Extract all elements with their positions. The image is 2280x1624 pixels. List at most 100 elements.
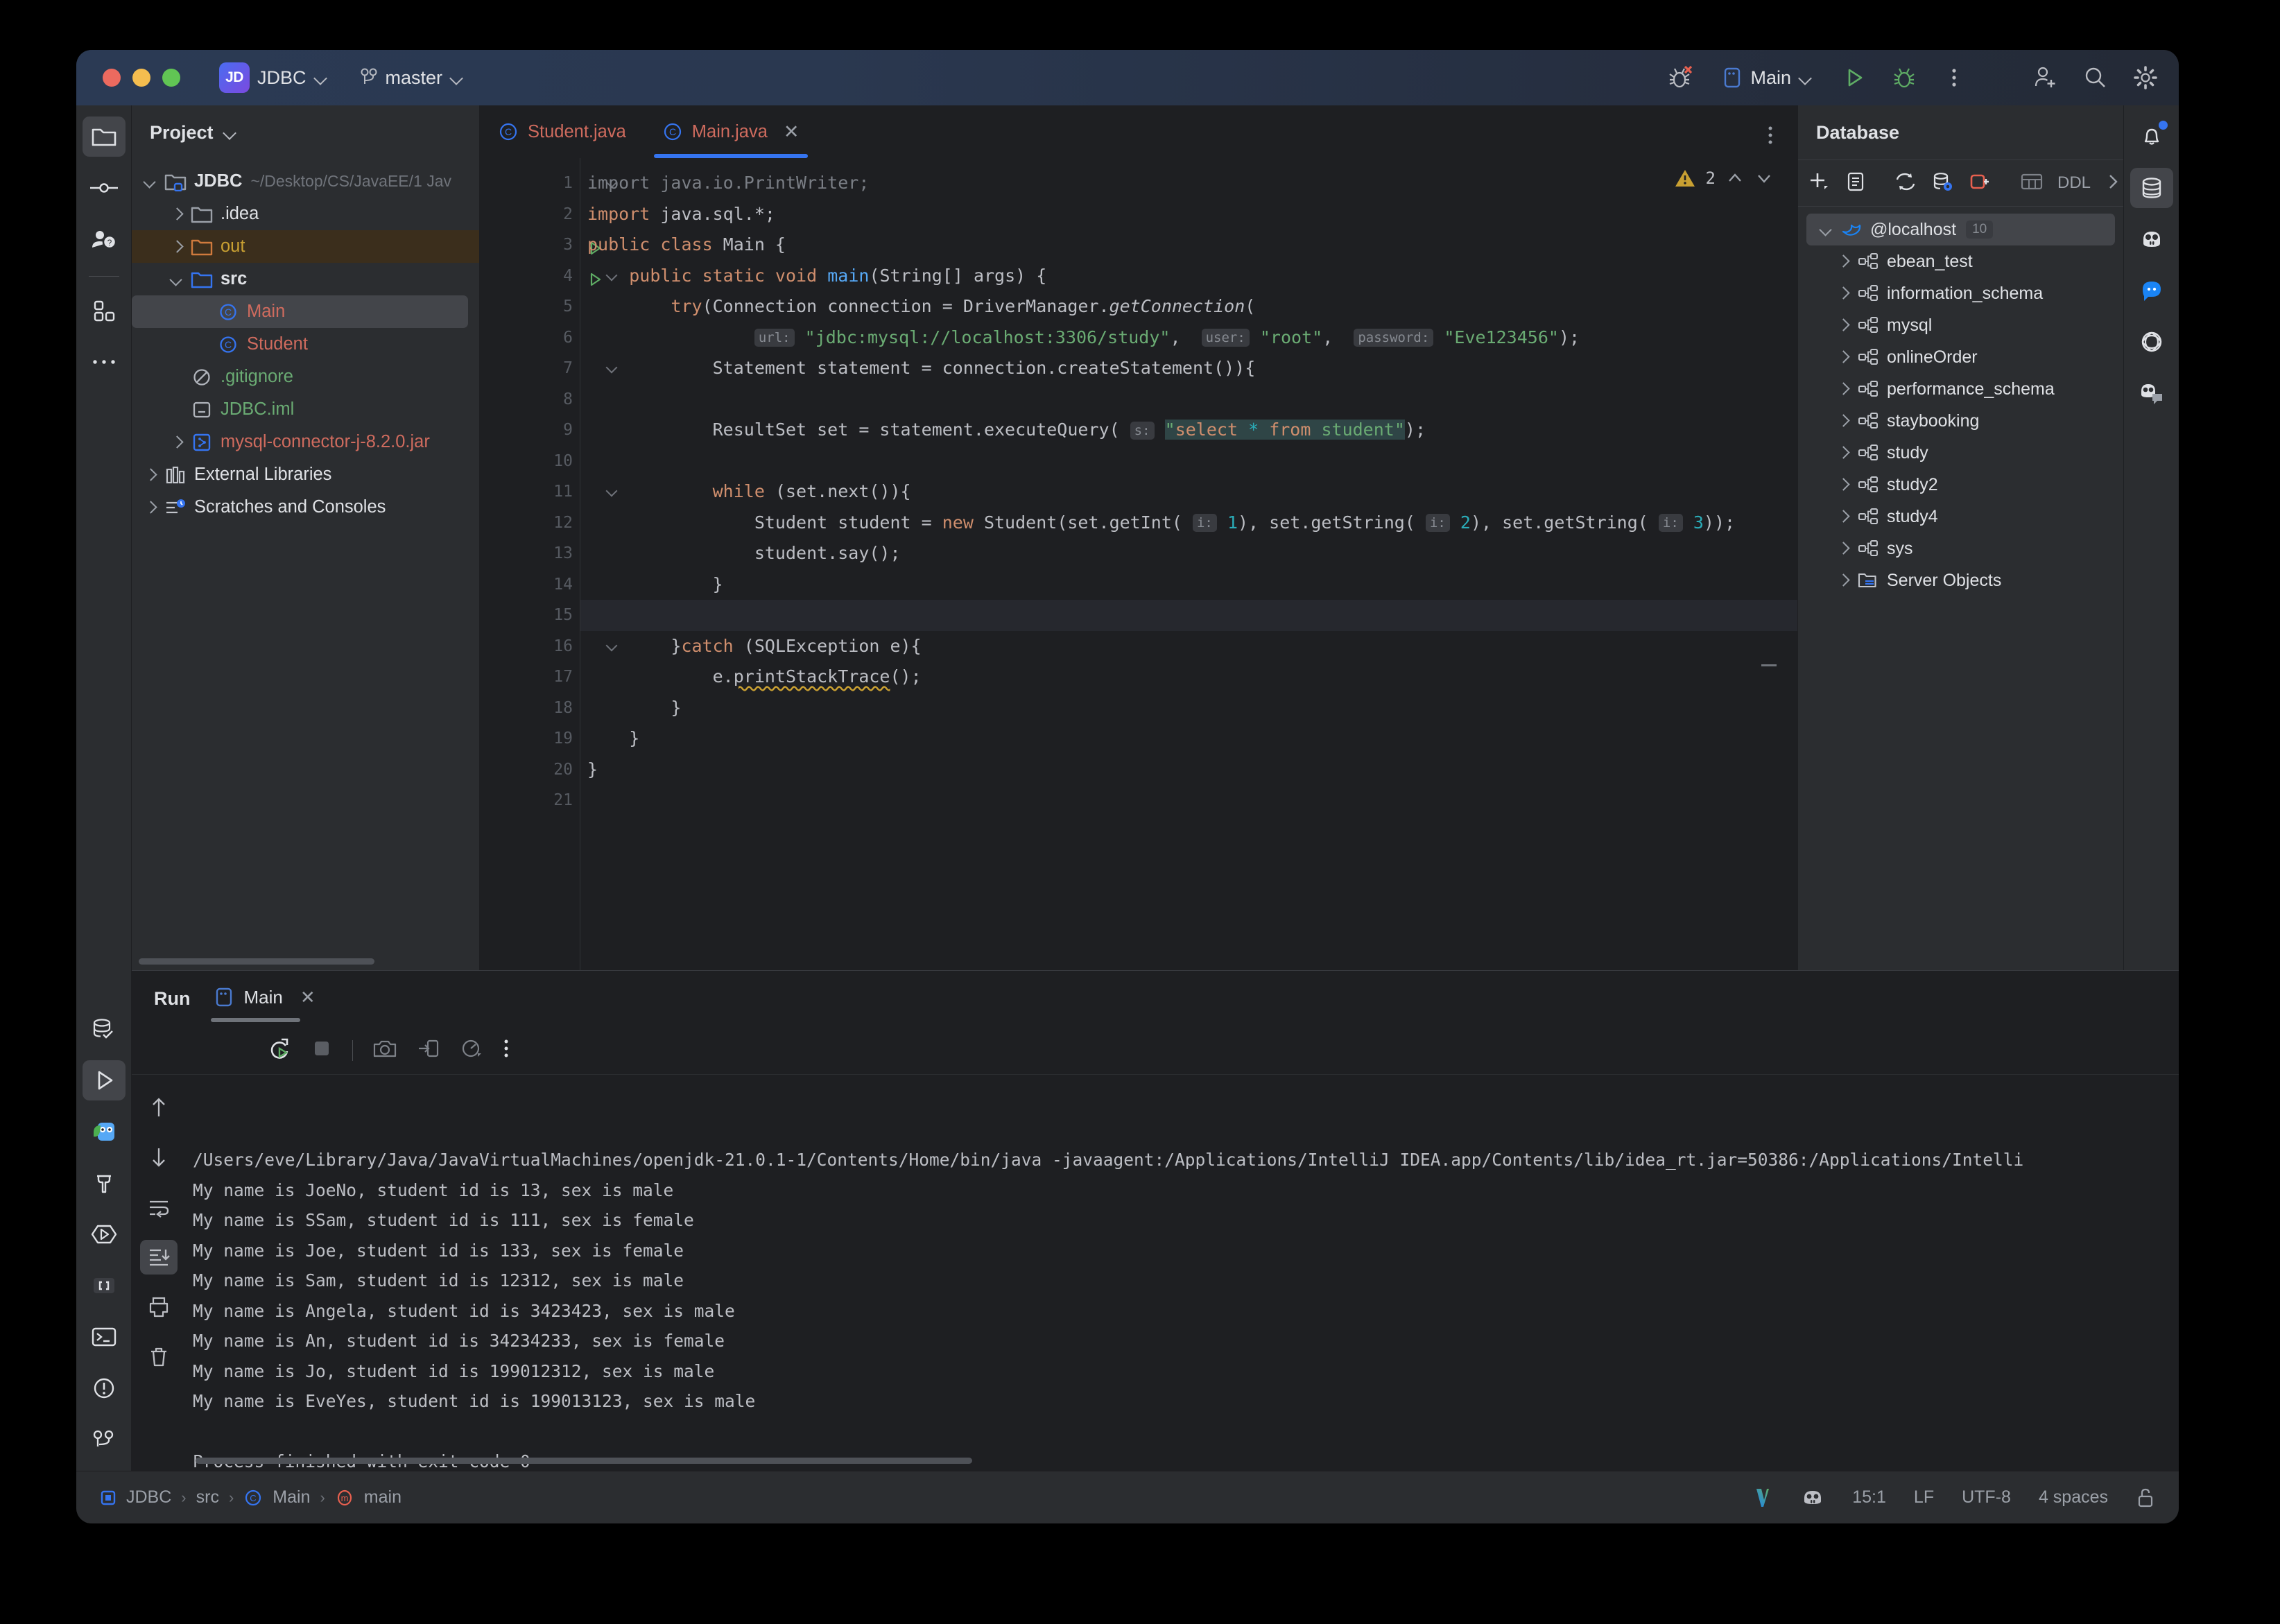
line-number[interactable]: 6: [480, 322, 580, 354]
services-icon[interactable]: [83, 1214, 126, 1254]
database-item-onlineorder[interactable]: onlineOrder: [1798, 341, 2123, 373]
project-panel-header[interactable]: Project: [132, 105, 479, 159]
code-line[interactable]: [580, 384, 1797, 415]
database-tree[interactable]: @localhost 10 ebean_test information_schema…: [1798, 207, 2123, 970]
project-tree[interactable]: JDBC ~/Desktop/CS/JavaEE/1 Jav .idea out src…: [132, 159, 479, 970]
stop-icon[interactable]: [311, 1037, 333, 1063]
line-number[interactable]: 19: [480, 723, 580, 754]
project-tree-item-external-libraries[interactable]: External Libraries: [132, 458, 479, 491]
line-number[interactable]: 10: [480, 446, 580, 477]
project-tree-item-jdbc[interactable]: JDBC ~/Desktop/CS/JavaEE/1 Jav: [132, 165, 479, 198]
database-root-localhost[interactable]: @localhost 10: [1806, 214, 2115, 245]
profiler-owl-icon[interactable]: [83, 1112, 126, 1152]
line-number[interactable]: 16: [480, 631, 580, 662]
chevron-down-icon[interactable]: [223, 126, 237, 139]
chevron-right-icon[interactable]: [139, 463, 162, 487]
code-line[interactable]: [580, 785, 1797, 816]
close-window-button[interactable]: [103, 69, 121, 87]
project-horizontal-scrollbar[interactable]: [139, 958, 374, 965]
code-line[interactable]: public class Main {: [580, 230, 1797, 261]
line-number[interactable]: 2: [480, 199, 580, 230]
database-item-study2[interactable]: study2: [1798, 469, 2123, 501]
ai-assistant-icon[interactable]: [2130, 219, 2173, 259]
code-editor[interactable]: 1 2 3 4 5 6 7 8 9 10 11 12 13 14 15 16 17 18 19 20 21 import…: [480, 158, 1797, 970]
database-item-information-schema[interactable]: information_schema: [1798, 277, 2123, 309]
commit-tool-icon[interactable]: [83, 168, 126, 208]
close-run-tab-icon[interactable]: ✕: [300, 987, 316, 1008]
clear-all-icon[interactable]: [140, 1340, 178, 1374]
run-tab-main[interactable]: Main ✕: [211, 986, 316, 1022]
editor-tab-main[interactable]: C Main.java ✕: [644, 105, 818, 158]
add-datasource-icon[interactable]: [1808, 171, 1831, 196]
line-number[interactable]: 12: [480, 508, 580, 539]
debug-icon[interactable]: [1889, 62, 1919, 93]
line-number[interactable]: 21: [480, 785, 580, 816]
caret-position[interactable]: 15:1: [1852, 1487, 1886, 1508]
code-line[interactable]: }: [580, 723, 1797, 754]
database-item-staybooking[interactable]: staybooking: [1798, 405, 2123, 437]
structure-tool-icon[interactable]: [83, 291, 126, 331]
next-problem-icon[interactable]: [1754, 169, 1774, 188]
more-actions-icon[interactable]: [1939, 62, 1969, 93]
chevron-right-icon[interactable]: [1831, 313, 1855, 337]
unlocked-icon[interactable]: [2136, 1487, 2155, 1509]
code-line[interactable]: url: "jdbc:mysql://localhost:3306/study"…: [580, 322, 1797, 354]
indent-setting[interactable]: 4 spaces: [2039, 1487, 2108, 1508]
chevron-down-icon[interactable]: [165, 268, 189, 291]
breadcrumb-item-1[interactable]: src: [196, 1487, 219, 1508]
pull-requests-tool-icon[interactable]: ?: [83, 219, 126, 259]
duplicate-icon[interactable]: [1845, 171, 1866, 196]
code-line[interactable]: ResultSet set = statement.executeQuery( …: [580, 415, 1797, 446]
inspection-validator-icon[interactable]: [1752, 1486, 1773, 1510]
table-editor-icon[interactable]: [2020, 171, 2044, 196]
chevron-right-icon[interactable]: [165, 202, 189, 226]
line-separator[interactable]: LF: [1914, 1487, 1934, 1508]
close-tab-icon[interactable]: ✕: [784, 121, 800, 143]
line-number[interactable]: 8: [480, 384, 580, 415]
breadcrumb-item-0[interactable]: JDBC: [126, 1487, 171, 1508]
chevron-right-icon[interactable]: [1831, 569, 1855, 592]
ddl-button[interactable]: DDL: [2057, 173, 2091, 193]
code-content[interactable]: import java.io.PrintWriter; import java.s…: [580, 158, 1797, 970]
project-tree-item-jdbc-iml[interactable]: JDBC.iml: [132, 393, 479, 426]
breadcrumb-item-2[interactable]: Main: [273, 1487, 310, 1508]
database-item-sys[interactable]: sys: [1798, 533, 2123, 564]
code-line[interactable]: }: [580, 569, 1797, 601]
line-number[interactable]: 17: [480, 662, 580, 693]
chevron-right-icon[interactable]: [1831, 409, 1855, 433]
code-line[interactable]: import java.sql.*;: [580, 199, 1797, 230]
code-line[interactable]: }catch (SQLException e){: [580, 631, 1797, 662]
chevron-down-icon[interactable]: [1815, 218, 1838, 241]
code-line[interactable]: while (set.next()){: [580, 476, 1797, 508]
line-number[interactable]: 18: [480, 693, 580, 724]
project-tree-item-main[interactable]: C Main: [132, 295, 468, 328]
print-icon[interactable]: [140, 1290, 178, 1324]
line-number[interactable]: 7: [480, 353, 580, 384]
export-icon[interactable]: [417, 1038, 440, 1062]
soft-wrap-icon[interactable]: [140, 1190, 178, 1225]
add-collaborator-icon[interactable]: [2030, 62, 2061, 93]
run-tool-icon[interactable]: [82, 1060, 126, 1100]
chevron-right-icon[interactable]: [1831, 345, 1855, 369]
editor-tab-student[interactable]: C Student.java: [480, 105, 644, 158]
project-tool-icon[interactable]: [82, 116, 126, 157]
database-item-study4[interactable]: study4: [1798, 501, 2123, 533]
search-everywhere-icon[interactable]: [2080, 62, 2111, 93]
chevron-down-icon[interactable]: [139, 170, 162, 193]
line-number[interactable]: 20: [480, 754, 580, 786]
line-number[interactable]: 14: [480, 569, 580, 601]
version-control-icon[interactable]: [83, 1419, 126, 1460]
breadcrumb-item-3[interactable]: main: [364, 1487, 401, 1508]
minimize-window-button[interactable]: [132, 69, 150, 87]
code-with-me-icon[interactable]: [2130, 373, 2173, 413]
chevron-right-icon[interactable]: [1831, 441, 1855, 465]
code-line[interactable]: public static void main(String[] args) {: [580, 261, 1797, 292]
database-item-study[interactable]: study: [1798, 437, 2123, 469]
stop-session-icon[interactable]: [1969, 171, 1992, 196]
more-options-icon[interactable]: [503, 1037, 510, 1063]
line-number[interactable]: 5: [480, 291, 580, 322]
chat-bubble-icon[interactable]: [2130, 270, 2173, 311]
line-number[interactable]: 11: [480, 476, 580, 508]
scroll-down-icon[interactable]: [140, 1140, 178, 1175]
line-number[interactable]: 4: [480, 261, 601, 292]
